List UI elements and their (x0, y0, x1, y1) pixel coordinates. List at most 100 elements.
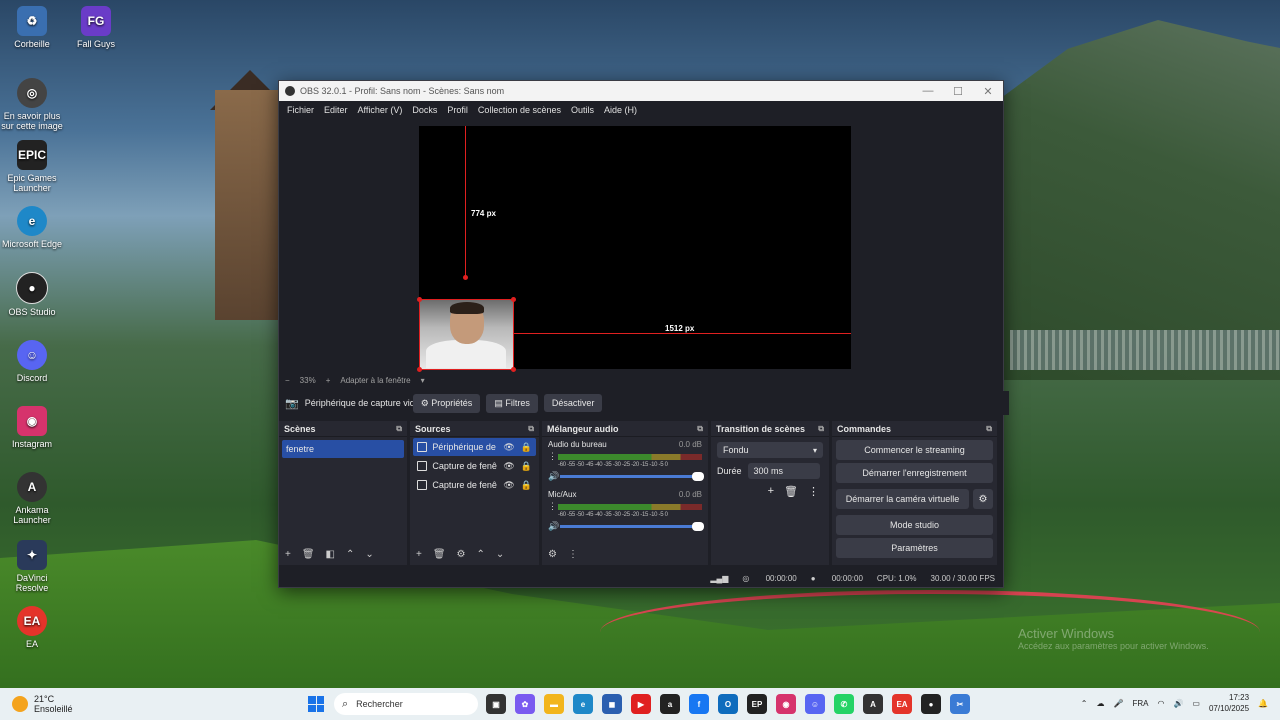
maximize-icon[interactable]: ☐ (943, 85, 973, 98)
zoom-out-button[interactable]: − (285, 376, 290, 385)
move-up-icon[interactable]: ⌃ (346, 549, 354, 560)
gear-icon[interactable]: ⚙ (973, 489, 993, 509)
store-icon[interactable]: ◼ (602, 694, 622, 714)
virtual-camera-button[interactable]: Démarrer la caméra virtuelle (836, 489, 969, 509)
undock-icon[interactable]: ⧉ (986, 424, 992, 434)
speaker-icon[interactable]: 🔊 (548, 521, 560, 532)
slider-knob[interactable] (692, 522, 704, 531)
lock-icon[interactable]: 🔒 (521, 442, 532, 453)
deactivate-button[interactable]: Désactiver (543, 394, 603, 412)
more-icon[interactable]: ⋮ (548, 501, 558, 512)
lock-icon[interactable]: 🔒 (521, 480, 532, 491)
add-icon[interactable]: + (768, 485, 774, 498)
epic-games-icon[interactable]: EP (747, 694, 767, 714)
trash-icon[interactable]: 🗑 (784, 485, 798, 498)
taskbar-search[interactable]: ⌕ Rechercher (334, 693, 478, 715)
wifi-icon[interactable]: ◠ (1157, 699, 1164, 708)
studio-mode-button[interactable]: Mode studio (836, 515, 993, 535)
resize-handle[interactable] (417, 297, 422, 302)
instagram-icon[interactable]: ◉ (776, 694, 796, 714)
battery-icon[interactable]: ▭ (1192, 699, 1200, 708)
discord-icon[interactable]: ☺ (805, 694, 825, 714)
menu-scene-collection[interactable]: Collection de scènes (473, 105, 566, 115)
desktop-icon-discord[interactable]: ☺ Discord (0, 340, 64, 383)
gear-icon[interactable]: ⚙ (548, 549, 557, 560)
outlook-icon[interactable]: O (718, 694, 738, 714)
facebook-icon[interactable]: f (689, 694, 709, 714)
desktop-icon-ankama[interactable]: A Ankama Launcher (0, 472, 64, 525)
edge-icon[interactable]: e (573, 694, 593, 714)
start-streaming-button[interactable]: Commencer le streaming (836, 440, 993, 460)
source-item[interactable]: Capture de fenêtre 👁 🔒 (413, 476, 536, 494)
mic-icon[interactable]: 🎤 (1114, 699, 1124, 708)
gear-icon[interactable]: ⚙ (457, 549, 466, 560)
undock-icon[interactable]: ⧉ (818, 424, 824, 434)
menu-docks[interactable]: Docks (407, 105, 442, 115)
zoom-fit-dropdown[interactable]: Adapter à la fenêtre (340, 376, 410, 385)
start-recording-button[interactable]: Démarrer l'enregistrement (836, 463, 993, 483)
duration-input[interactable]: 300 ms (747, 463, 820, 479)
volume-slider[interactable] (560, 522, 704, 531)
properties-button[interactable]: ⚙ Propriétés (412, 393, 481, 413)
obs-titlebar[interactable]: OBS 32.0.1 - Profil: Sans nom - Scènes: … (279, 81, 1003, 101)
close-icon[interactable]: ✕ (973, 85, 1003, 98)
desktop-icon-about-image[interactable]: ◎ En savoir plus sur cette image (0, 78, 64, 131)
trash-icon[interactable]: 🗑 (302, 549, 315, 560)
zoom-in-button[interactable]: + (326, 376, 331, 385)
amazon-icon[interactable]: a (660, 694, 680, 714)
cloud-icon[interactable]: ☁ (1097, 699, 1105, 708)
volume-icon[interactable]: 🔊 (1173, 699, 1183, 708)
move-down-icon[interactable]: ⌄ (365, 549, 373, 560)
desktop-icon-ea[interactable]: EA EA (0, 606, 64, 649)
source-item[interactable]: Périphérique de capture vidéo 👁 🔒 (413, 438, 536, 456)
desktop-icon-fall-guys[interactable]: FG Fall Guys (64, 6, 128, 49)
filter-icon[interactable]: ◧ (326, 549, 335, 560)
menu-view[interactable]: Afficher (V) (353, 105, 408, 115)
desktop-icon-instagram[interactable]: ◉ Instagram (0, 406, 64, 449)
desktop-icon-edge[interactable]: e Microsoft Edge (0, 206, 64, 249)
desktop-icon-recycle-bin[interactable]: ♻ Corbeille (0, 6, 64, 49)
chevron-down-icon[interactable]: ▾ (421, 376, 425, 385)
language-indicator[interactable]: FRA (1132, 699, 1148, 708)
weather-widget[interactable]: 21°C Ensoleillé (12, 694, 73, 714)
trash-icon[interactable]: 🗑 (433, 549, 446, 560)
filters-button[interactable]: ▤ Filtres (486, 393, 538, 413)
chevron-up-icon[interactable]: ⌃ (1081, 699, 1088, 708)
volume-slider[interactable] (560, 472, 704, 481)
desktop-icon-obs[interactable]: ● OBS Studio (0, 272, 64, 317)
obs-icon[interactable]: ● (921, 694, 941, 714)
preview-canvas[interactable]: 774 px 1512 px (417, 126, 851, 372)
eye-icon[interactable]: 👁 (503, 480, 514, 491)
more-icon[interactable]: ⋮ (548, 451, 558, 462)
settings-button[interactable]: Paramètres (836, 538, 993, 558)
ea-icon[interactable]: EA (892, 694, 912, 714)
menu-help[interactable]: Aide (H) (599, 105, 642, 115)
undock-icon[interactable]: ⧉ (697, 424, 703, 434)
eye-icon[interactable]: 👁 (503, 461, 514, 472)
whatsapp-icon[interactable]: ✆ (834, 694, 854, 714)
slider-knob[interactable] (692, 472, 704, 481)
menu-tools[interactable]: Outils (566, 105, 599, 115)
minimize-icon[interactable]: — (913, 85, 943, 98)
lock-icon[interactable]: 🔒 (521, 461, 532, 472)
desktop-icon-davinci[interactable]: ✦ DaVinci Resolve (0, 540, 64, 593)
scene-item[interactable]: fenetre (282, 440, 404, 458)
transition-select[interactable]: Fondu ▾ (717, 442, 823, 458)
add-icon[interactable]: + (416, 549, 422, 560)
webcam-source-box[interactable] (417, 297, 516, 372)
resize-handle[interactable] (511, 367, 516, 372)
move-down-icon[interactable]: ⌄ (496, 549, 504, 560)
file-explorer-icon[interactable]: ▬ (544, 694, 564, 714)
menu-profile[interactable]: Profil (442, 105, 473, 115)
source-item[interactable]: Capture de fenêtre 👁 🔒 (413, 457, 536, 475)
copilot-icon[interactable]: ✿ (515, 694, 535, 714)
menu-edit[interactable]: Editer (319, 105, 353, 115)
snipping-tool-icon[interactable]: ✂ (950, 694, 970, 714)
ankama-icon[interactable]: A (863, 694, 883, 714)
undock-icon[interactable]: ⧉ (528, 424, 534, 434)
more-icon[interactable]: ⋮ (568, 549, 578, 560)
resize-handle[interactable] (417, 367, 422, 372)
undock-icon[interactable]: ⧉ (396, 424, 402, 434)
youtube-icon[interactable]: ▶ (631, 694, 651, 714)
more-icon[interactable]: ⋮ (808, 485, 819, 498)
